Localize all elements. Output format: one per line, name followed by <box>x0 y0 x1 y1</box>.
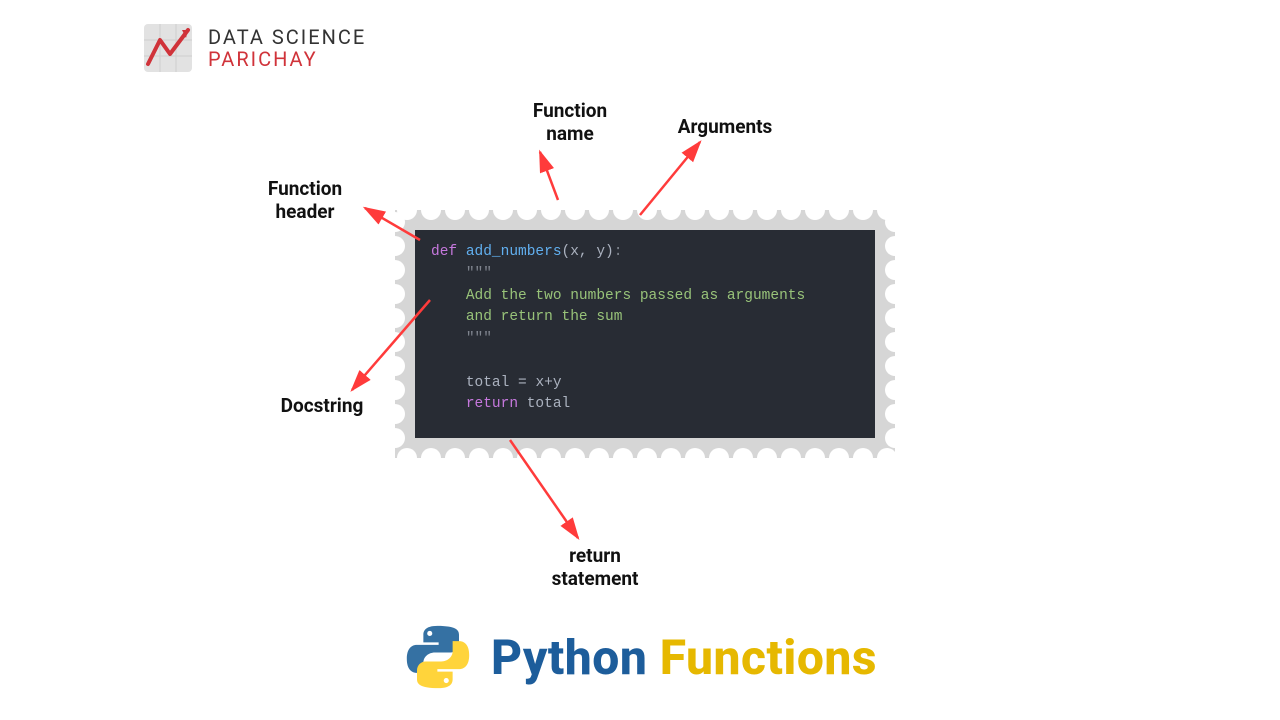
stamp-scallop <box>709 448 729 468</box>
stamp-scallop <box>685 200 705 220</box>
stamp-scallop <box>613 448 633 468</box>
stamp-scallop <box>733 200 753 220</box>
label-return-statement: returnstatement <box>525 545 665 591</box>
stamp-scallop <box>469 448 489 468</box>
stamp-scallop <box>885 212 905 232</box>
code-assign-left: total <box>466 375 510 391</box>
label-arguments: Arguments <box>665 116 785 139</box>
stamp-scallop <box>805 200 825 220</box>
stamp-scallop <box>685 448 705 468</box>
stamp-scallop <box>397 448 417 468</box>
code-return-val: total <box>518 396 570 412</box>
stamp-scallop <box>421 448 441 468</box>
stamp-scallop <box>421 200 441 220</box>
stamp-scallop <box>877 448 897 468</box>
code-assign-right: x+y <box>535 375 561 391</box>
stamp-scallop <box>493 448 513 468</box>
stamp-scallop <box>385 284 405 304</box>
stamp-scallop <box>781 200 801 220</box>
brand-text: DATA SCIENCE PARICHAY <box>208 26 366 70</box>
stamp-scallop <box>709 200 729 220</box>
title-word1: Python <box>491 629 647 686</box>
stamp-scallop <box>385 236 405 256</box>
label-function-header: Functionheader <box>245 178 365 224</box>
code-doc-line1: Add the two numbers passed as arguments <box>466 288 805 304</box>
stamp-scallop <box>885 236 905 256</box>
stamp-scallop <box>385 356 405 376</box>
stamp-scallop <box>853 200 873 220</box>
stamp-scallop <box>885 284 905 304</box>
stamp-scallop <box>385 260 405 280</box>
stamp-scallop <box>541 200 561 220</box>
stamp-scallop <box>493 200 513 220</box>
label-docstring: Docstring <box>262 395 382 418</box>
code-def-keyword: def <box>431 244 457 260</box>
stamp-scallop <box>385 380 405 400</box>
stamp-scallop <box>661 448 681 468</box>
code-doc-line2: and return the sum <box>466 309 623 325</box>
stamp-scallop <box>469 200 489 220</box>
stamp-scallop <box>637 448 657 468</box>
brand-line2: PARICHAY <box>208 48 366 70</box>
stamp-scallop <box>517 448 537 468</box>
stamp-scallop <box>829 200 849 220</box>
chart-icon <box>140 20 196 76</box>
stamp-scallop <box>885 356 905 376</box>
stamp-scallop <box>805 448 825 468</box>
stamp-scallop <box>517 200 537 220</box>
code-assign-eq: = <box>509 375 535 391</box>
code-function-name: add_numbers <box>466 244 562 260</box>
code-triple-quote-open: """ <box>466 266 492 282</box>
stamp-scallop <box>589 200 609 220</box>
stamp-scallop <box>385 332 405 352</box>
page-title: Python Functions <box>0 622 1280 692</box>
stamp-scallop <box>733 448 753 468</box>
python-icon <box>403 622 473 692</box>
stamp-scallop <box>565 200 585 220</box>
stamp-scallop <box>757 448 777 468</box>
code-stamp: def add_numbers(x, y): """ Add the two n… <box>395 210 895 458</box>
stamp-scallop <box>385 212 405 232</box>
label-function-name: Functionname <box>510 100 630 146</box>
stamp-scallop <box>781 448 801 468</box>
title-word2: Functions <box>660 629 877 686</box>
stamp-scallop <box>385 428 405 448</box>
brand-line1: DATA SCIENCE <box>208 26 366 48</box>
brand-logo: DATA SCIENCE PARICHAY <box>140 20 366 76</box>
stamp-scallop <box>757 200 777 220</box>
stamp-scallop <box>385 308 405 328</box>
stamp-scallop <box>853 448 873 468</box>
code-params: (x, y) <box>562 244 614 260</box>
stamp-scallop <box>885 404 905 424</box>
stamp-scallop <box>637 200 657 220</box>
stamp-scallop <box>589 448 609 468</box>
stamp-scallop <box>661 200 681 220</box>
title-text: Python Functions <box>491 629 877 686</box>
code-return-keyword: return <box>466 396 518 412</box>
code-triple-quote-close: """ <box>466 331 492 347</box>
stamp-scallop <box>613 200 633 220</box>
stamp-scallop <box>885 260 905 280</box>
stamp-scallop <box>885 332 905 352</box>
stamp-scallop <box>829 448 849 468</box>
code-block: def add_numbers(x, y): """ Add the two n… <box>415 230 875 438</box>
code-colon: : <box>614 244 623 260</box>
stamp-scallop <box>445 200 465 220</box>
stamp-scallop <box>885 308 905 328</box>
stamp-scallop <box>385 404 405 424</box>
stamp-scallop <box>565 448 585 468</box>
stamp-scallop <box>445 448 465 468</box>
stamp-scallop <box>541 448 561 468</box>
stamp-scallop <box>885 380 905 400</box>
stamp-scallop <box>885 428 905 448</box>
